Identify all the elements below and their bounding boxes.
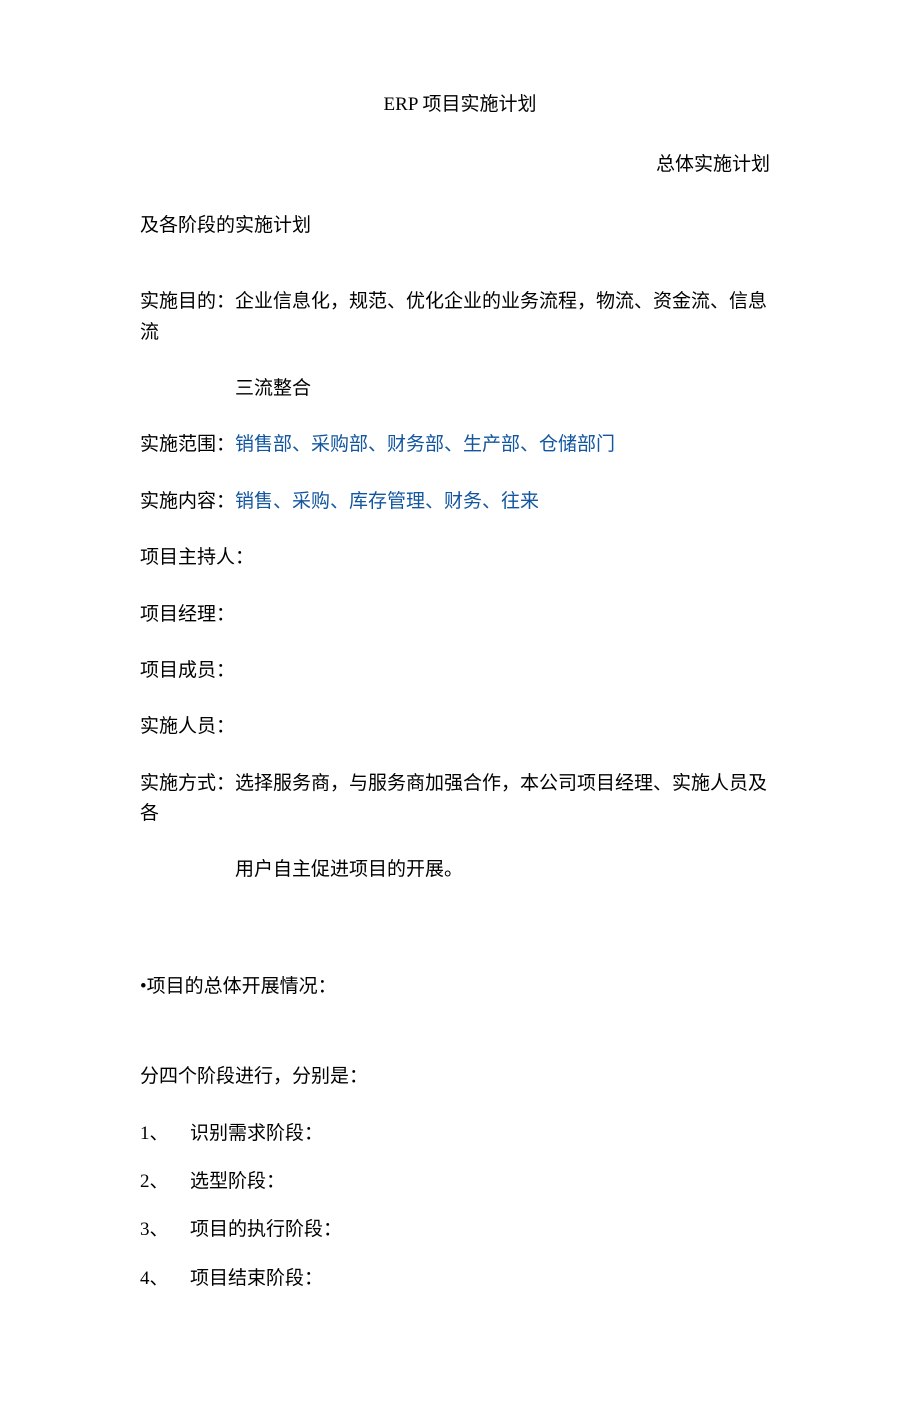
phase-num: 4、 <box>140 1264 190 1294</box>
scope-text: 销售部、采购部、财务部、生产部、仓储部门 <box>235 434 615 455</box>
overall-label: •项目的总体开展情况： <box>140 972 780 1002</box>
purpose-line-2: 三流整合 <box>140 374 780 404</box>
phase-num: 1、 <box>140 1119 190 1149</box>
phase-num: 2、 <box>140 1167 190 1197</box>
members-line: 项目成员： <box>140 656 780 686</box>
spacer <box>140 267 780 287</box>
subtitle-continuation: 及各阶段的实施计划 <box>140 211 780 241</box>
phase-num: 3、 <box>140 1215 190 1245</box>
method-line: 实施方式：选择服务商，与服务商加强合作，本公司项目经理、实施人员及各 <box>140 769 780 830</box>
method-text: 选择服务商，与服务商加强合作，本公司项目经理、实施人员及各 <box>140 773 767 824</box>
method-label: 实施方式： <box>140 773 235 794</box>
content-label: 实施内容： <box>140 491 235 512</box>
document-subtitle: 总体实施计划 <box>140 150 780 180</box>
manager-line: 项目经理： <box>140 600 780 630</box>
phase-label: 识别需求阶段： <box>190 1123 323 1144</box>
phase-label: 选型阶段： <box>190 1171 285 1192</box>
phase-item-3: 3、项目的执行阶段： <box>140 1215 780 1245</box>
purpose-line: 实施目的：企业信息化，规范、优化企业的业务流程，物流、资金流、信息流 <box>140 287 780 348</box>
staff-line: 实施人员： <box>140 712 780 742</box>
content-text: 销售、采购、库存管理、财务、往来 <box>235 491 539 512</box>
document-title: ERP 项目实施计划 <box>140 90 780 120</box>
host-line: 项目主持人： <box>140 543 780 573</box>
purpose-label: 实施目的： <box>140 291 235 312</box>
purpose-text: 企业信息化，规范、优化企业的业务流程，物流、资金流、信息流 <box>140 291 767 342</box>
spacer <box>140 912 780 972</box>
document-page: ERP 项目实施计划 总体实施计划 及各阶段的实施计划 实施目的：企业信息化，规… <box>0 0 920 1402</box>
scope-label: 实施范围： <box>140 434 235 455</box>
phase-label: 项目的执行阶段： <box>190 1219 342 1240</box>
phase-item-2: 2、选型阶段： <box>140 1167 780 1197</box>
phase-label: 项目结束阶段： <box>190 1268 323 1289</box>
phase-item-1: 1、识别需求阶段： <box>140 1119 780 1149</box>
phase-item-4: 4、项目结束阶段： <box>140 1264 780 1294</box>
scope-line: 实施范围：销售部、采购部、财务部、生产部、仓储部门 <box>140 430 780 460</box>
content-line: 实施内容：销售、采购、库存管理、财务、往来 <box>140 487 780 517</box>
phases-label: 分四个阶段进行，分别是： <box>140 1062 780 1092</box>
method-line-2: 用户自主促进项目的开展。 <box>140 855 780 885</box>
